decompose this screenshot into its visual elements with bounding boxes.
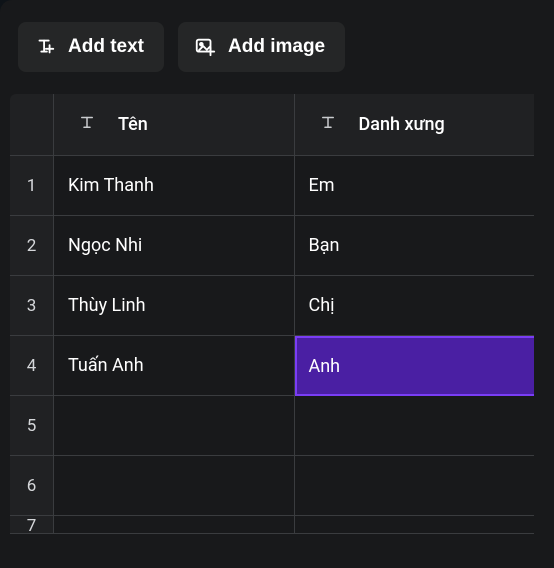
row-number[interactable]: 4 [10,336,54,396]
table-cell[interactable]: Bạn [295,216,535,276]
add-image-label: Add image [228,36,325,58]
add-image-icon [194,36,216,58]
table-cell[interactable] [54,516,295,534]
text-type-icon [78,113,96,136]
column-header[interactable]: Tên [54,94,295,156]
table-cell[interactable] [295,396,535,456]
column-header-label: Danh xưng [359,114,445,135]
row-number[interactable]: 1 [10,156,54,216]
row-number[interactable]: 3 [10,276,54,336]
table-row: 3 Thùy Linh Chị [10,276,544,336]
data-table: Tên Danh xưng 1 Kim Thanh Em 2 Ngọc [10,94,544,534]
row-number[interactable]: 2 [10,216,54,276]
table-cell[interactable]: Chị [295,276,535,336]
table-row: 5 [10,396,544,456]
column-header[interactable]: Danh xưng [295,94,535,156]
text-type-icon [319,113,337,136]
table-header-row: Tên Danh xưng [10,94,544,156]
table-cell[interactable]: Ngọc Nhi [54,216,295,276]
add-text-label: Add text [68,36,144,58]
column-header-label: Tên [118,114,148,135]
table-row: 7 [10,516,544,534]
toolbar: Add text Add image [0,0,554,94]
table-cell[interactable] [295,456,535,516]
table-cell[interactable]: Tuấn Anh [54,336,295,396]
table-row: 6 [10,456,544,516]
row-number[interactable]: 7 [10,516,54,534]
add-text-button[interactable]: Add text [18,22,164,72]
row-number[interactable]: 6 [10,456,54,516]
table-row: 4 Tuấn Anh Anh [10,336,544,396]
add-image-button[interactable]: Add image [178,22,345,72]
table-row: 1 Kim Thanh Em [10,156,544,216]
table-corner-cell[interactable] [10,94,54,156]
table-cell[interactable]: Em [295,156,535,216]
row-number[interactable]: 5 [10,396,54,456]
table-cell-selected[interactable]: Anh [295,336,535,396]
data-panel: Add text Add image [0,0,554,568]
table-cell[interactable]: Kim Thanh [54,156,295,216]
add-text-icon [34,36,56,58]
table-row: 2 Ngọc Nhi Bạn [10,216,544,276]
table-cell[interactable]: Thùy Linh [54,276,295,336]
table-cell[interactable] [295,516,535,534]
table-cell[interactable] [54,456,295,516]
table-cell[interactable] [54,396,295,456]
